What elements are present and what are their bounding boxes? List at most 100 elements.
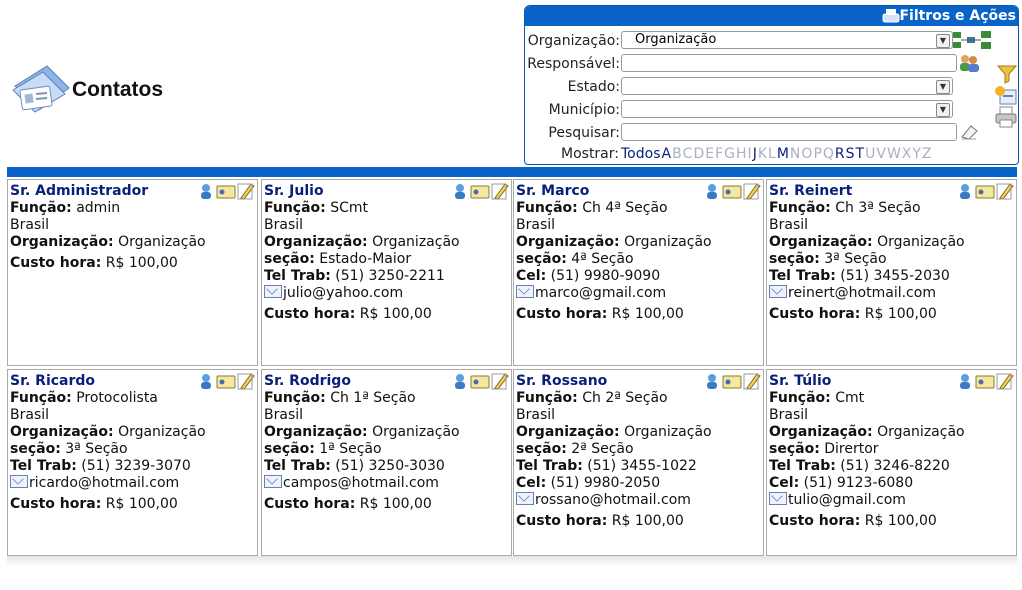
blue-divider — [7, 167, 1017, 177]
card-actions[interactable] — [453, 182, 509, 200]
letter-r[interactable]: R — [835, 146, 845, 162]
contact-tel-trab-value: (51) 3455-1022 — [587, 458, 697, 474]
letter-j[interactable]: J — [753, 146, 757, 162]
contact-custo-hora: Custo hora: R$ 100,00 — [264, 304, 511, 324]
letter-a[interactable]: A — [661, 146, 671, 162]
contacts-logo-icon — [9, 58, 73, 114]
letter-y[interactable]: Y — [912, 146, 921, 162]
card-actions[interactable] — [705, 182, 761, 200]
letter-n[interactable]: N — [790, 146, 800, 162]
estado-select[interactable]: ▼ — [621, 77, 953, 95]
contact-tel-trab-label: Tel Trab: — [516, 458, 583, 474]
contact-tel-trab: Tel Trab: (51) 3455-1022 — [516, 458, 763, 475]
filters-header-label: Filtros e Ações — [899, 8, 1016, 24]
card-actions[interactable] — [199, 182, 255, 200]
letter-e[interactable]: E — [705, 146, 714, 162]
contact-funcao-value: SCmt — [330, 200, 369, 216]
pesquisar-input[interactable] — [621, 123, 957, 141]
contact-tel-trab-label: Tel Trab: — [769, 458, 836, 474]
contact-custo-hora-label: Custo hora: — [769, 513, 861, 529]
responsavel-input[interactable] — [621, 54, 957, 72]
letter-f[interactable]: F — [715, 146, 723, 162]
eraser-icon[interactable] — [959, 123, 979, 145]
contact-email[interactable]: julio@yahoo.com — [264, 285, 511, 302]
letter-h[interactable]: H — [736, 146, 747, 162]
letter-i[interactable]: I — [748, 146, 752, 162]
contact-email[interactable]: campos@hotmail.com — [264, 475, 511, 492]
letter-s[interactable]: S — [846, 146, 855, 162]
letter-d[interactable]: D — [693, 146, 704, 162]
contact-custo-hora: Custo hora: R$ 100,00 — [769, 511, 1016, 531]
contact-secao-label: seção: — [769, 441, 820, 457]
letter-w[interactable]: W — [887, 146, 901, 162]
chevron-down-icon: ▼ — [936, 103, 950, 117]
contact-email-value[interactable]: tulio@gmail.com — [788, 492, 906, 508]
contact-secao: seção: 3ª Seção — [769, 251, 1016, 268]
letter-z[interactable]: Z — [922, 146, 932, 162]
card-actions[interactable] — [705, 372, 761, 390]
card-actions[interactable] — [958, 372, 1014, 390]
contact-email[interactable]: marco@gmail.com — [516, 285, 763, 302]
municipio-select[interactable]: ▼ — [621, 100, 953, 118]
contact-email-value[interactable]: ricardo@hotmail.com — [29, 475, 179, 491]
letter-u[interactable]: U — [865, 146, 875, 162]
contact-cel-value: (51) 9123-6080 — [803, 475, 914, 491]
chevron-down-icon: ▼ — [936, 34, 950, 48]
contact-secao-value: Dirertor — [824, 441, 879, 457]
letter-k[interactable]: K — [758, 146, 767, 162]
letter-p[interactable]: P — [813, 146, 821, 162]
letter-x[interactable]: X — [902, 146, 912, 162]
contact-email-value[interactable]: campos@hotmail.com — [283, 475, 439, 491]
org-chart-icon[interactable] — [953, 29, 993, 55]
filters-header: Filtros e Ações — [525, 6, 1018, 26]
pesquisar-label: Pesquisar: — [548, 125, 620, 141]
contact-custo-hora: Custo hora: R$ 100,00 — [769, 304, 1016, 324]
contact-custo-hora: Custo hora: R$ 100,00 — [516, 304, 763, 324]
contact-custo-hora-label: Custo hora: — [10, 496, 102, 512]
letter-o[interactable]: O — [801, 146, 812, 162]
contact-tel-trab: Tel Trab: (51) 3239-3070 — [10, 458, 257, 475]
letter-b[interactable]: B — [672, 146, 682, 162]
contact-funcao-value: Ch 1ª Seção — [330, 390, 416, 406]
contact-email-value[interactable]: marco@gmail.com — [535, 285, 666, 301]
contact-secao-value: Estado-Maior — [319, 251, 412, 267]
card-actions[interactable] — [453, 372, 509, 390]
letter-v[interactable]: V — [876, 146, 886, 162]
users-icon[interactable] — [957, 53, 981, 77]
contact-email[interactable]: ricardo@hotmail.com — [10, 475, 257, 492]
contact-secao: seção: Estado-Maior — [264, 251, 511, 268]
contact-custo-hora-value: R$ 100,00 — [864, 306, 937, 322]
contact-country: Brasil — [516, 407, 763, 424]
print-icon[interactable] — [995, 106, 1017, 132]
contact-country: Brasil — [516, 217, 763, 234]
contact-email[interactable]: rossano@hotmail.com — [516, 492, 763, 509]
card-actions[interactable] — [199, 372, 255, 390]
contact-email-value[interactable]: reinert@hotmail.com — [788, 285, 936, 301]
contact-email-value[interactable]: julio@yahoo.com — [283, 285, 403, 301]
card-actions[interactable] — [958, 182, 1014, 200]
contact-tel-trab-value: (51) 3250-2211 — [335, 268, 445, 284]
envelope-icon — [264, 285, 282, 298]
letter-l[interactable]: L — [768, 146, 776, 162]
contact-email-value[interactable]: rossano@hotmail.com — [535, 492, 691, 508]
letter-q[interactable]: Q — [823, 146, 834, 162]
letter-c[interactable]: C — [683, 146, 693, 162]
letter-todos[interactable]: Todos — [621, 146, 660, 162]
contact-custo-hora-value: R$ 100,00 — [105, 496, 178, 512]
contact-country-value: Brasil — [516, 217, 556, 233]
letter-t[interactable]: T — [856, 146, 865, 162]
contact-cel-value: (51) 9980-2050 — [550, 475, 661, 491]
envelope-icon — [10, 475, 28, 488]
contact-funcao: Função: Ch 4ª Seção — [516, 200, 763, 217]
contact-email[interactable]: reinert@hotmail.com — [769, 285, 1016, 302]
contact-custo-hora-value: R$ 100,00 — [359, 496, 432, 512]
contact-organizacao: Organização: Organização — [264, 424, 511, 441]
contact-email[interactable]: tulio@gmail.com — [769, 492, 1016, 509]
letter-m[interactable]: M — [777, 146, 789, 162]
contact-custo-hora-label: Custo hora: — [264, 306, 356, 322]
contact-funcao-value: admin — [76, 200, 121, 216]
organizacao-select[interactable]: Organização ▼ — [621, 31, 953, 49]
contact-tel-trab: Tel Trab: (51) 3250-2211 — [264, 268, 511, 285]
letter-g[interactable]: G — [724, 146, 735, 162]
contact-tel-trab-label: Tel Trab: — [10, 458, 77, 474]
